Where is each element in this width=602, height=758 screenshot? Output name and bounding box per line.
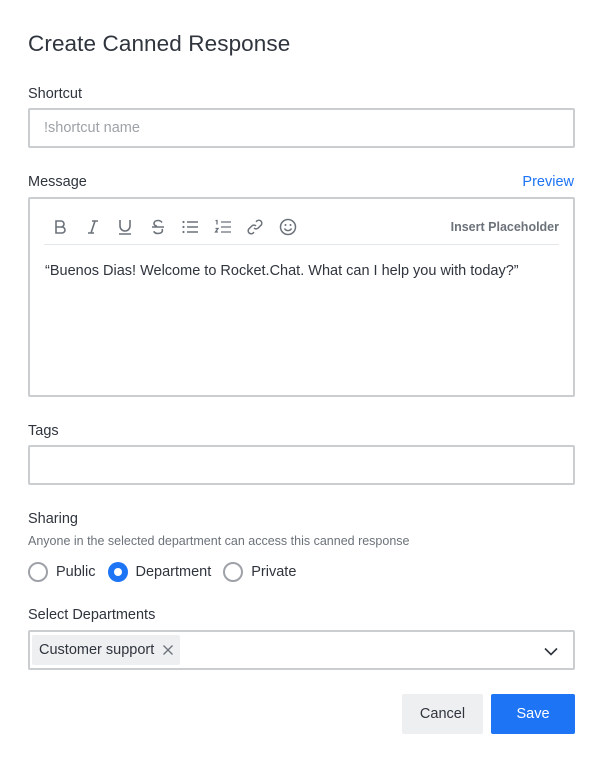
departments-label: Select Departments <box>28 607 156 623</box>
shortcut-input[interactable] <box>30 110 573 146</box>
underline-icon <box>119 219 132 235</box>
sharing-radio-group: Public Department Private <box>28 561 308 583</box>
message-text[interactable]: “Buenos Dias! Welcome to Rocket.Chat. Wh… <box>45 263 519 279</box>
shortcut-field[interactable] <box>28 108 575 148</box>
emoji-button[interactable] <box>272 213 305 241</box>
chevron-down-icon[interactable] <box>543 643 559 659</box>
link-icon <box>247 218 263 235</box>
italic-button[interactable] <box>77 213 110 241</box>
radio-private-label: Private <box>251 564 297 580</box>
bold-icon <box>55 219 66 234</box>
remove-chip-button[interactable] <box>162 644 174 656</box>
preview-link[interactable]: Preview <box>522 174 574 190</box>
departments-select[interactable]: Customer support <box>28 630 575 670</box>
tags-input[interactable] <box>28 445 575 485</box>
radio-department-label: Department <box>135 564 212 580</box>
message-editor[interactable]: Insert Placeholder “Buenos Dias! Welcome… <box>28 197 575 397</box>
underline-button[interactable] <box>109 213 142 241</box>
emoji-icon <box>279 218 296 235</box>
italic-icon <box>87 219 98 234</box>
close-icon <box>163 645 174 655</box>
radio-public-label: Public <box>56 564 96 580</box>
tags-label: Tags <box>28 423 59 439</box>
shortcut-label: Shortcut <box>28 86 82 102</box>
radio-department[interactable]: Department <box>107 562 212 582</box>
bullet-list-icon <box>182 220 199 233</box>
radio-department-circle[interactable] <box>107 562 128 582</box>
radio-private-circle[interactable] <box>223 562 244 582</box>
radio-public-circle[interactable] <box>28 562 48 582</box>
message-label: Message <box>28 174 87 190</box>
bullet-list-button[interactable] <box>174 213 207 241</box>
cancel-button[interactable]: Cancel <box>402 694 483 734</box>
department-chip: Customer support <box>32 635 181 665</box>
sharing-hint: Anyone in the selected department can ac… <box>28 534 410 548</box>
numbered-list-button[interactable] <box>207 213 240 241</box>
bold-button[interactable] <box>44 213 77 241</box>
numbered-list-icon <box>213 219 231 233</box>
insert-placeholder-button[interactable]: Insert Placeholder <box>451 220 559 234</box>
link-button[interactable] <box>239 213 272 241</box>
department-chip-label: Customer support <box>39 642 155 658</box>
dialog-title: Create Canned Response <box>28 31 291 56</box>
save-button[interactable]: Save <box>491 694 575 734</box>
sharing-label: Sharing <box>28 511 78 527</box>
strikethrough-icon <box>151 219 164 234</box>
formatting-toolbar: Insert Placeholder <box>44 209 559 245</box>
radio-public[interactable]: Public <box>28 562 96 582</box>
radio-private[interactable]: Private <box>223 562 296 582</box>
strikethrough-button[interactable] <box>142 213 175 241</box>
